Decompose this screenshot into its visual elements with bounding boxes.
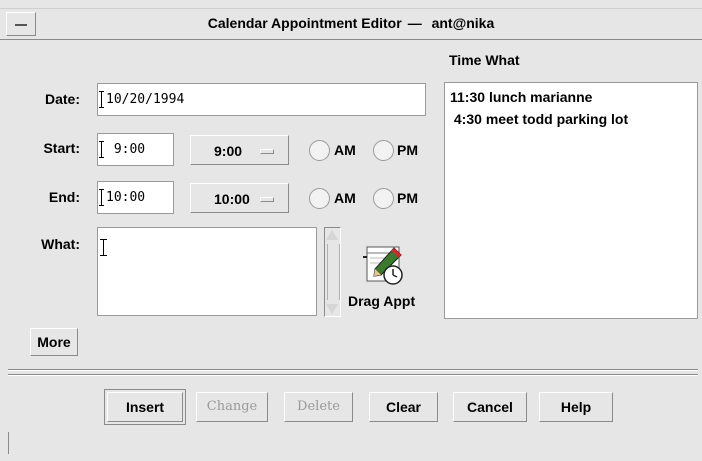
start-time-menu-button[interactable]: 9:00 [190, 135, 289, 165]
end-am-label: AM [334, 190, 356, 206]
start-pm-label: PM [397, 142, 418, 158]
appointment-list-header: Time What [449, 52, 520, 68]
end-am-radio[interactable] [309, 188, 330, 209]
scrollbar-track[interactable] [327, 244, 340, 300]
time-column-header: Time [449, 52, 482, 68]
end-time-value: 10:00 [106, 190, 146, 205]
window-footer-edge [8, 432, 9, 454]
text-caret [99, 141, 104, 158]
title-bar[interactable]: Calendar Appointment Editor — ant@nika [0, 0, 702, 40]
what-scrollbar[interactable] [324, 227, 341, 317]
window-title-user: ant@nika [431, 15, 495, 31]
start-time-value: 9:00 [106, 142, 146, 157]
start-time-menu-label: 9:00 [214, 143, 243, 159]
drag-appointment-icon[interactable] [361, 245, 405, 287]
date-value: 10/20/1994 [106, 92, 185, 107]
end-pm-radio[interactable] [373, 188, 394, 209]
clear-button[interactable]: Clear [369, 392, 438, 422]
end-time-menu-label: 10:00 [214, 191, 250, 207]
menu-indicator-icon [260, 149, 274, 154]
title-bar-top-edge [0, 8, 702, 9]
end-pm-label: PM [397, 190, 418, 206]
end-time-menu-button[interactable]: 10:00 [190, 183, 289, 213]
separator-line [8, 374, 698, 376]
list-item[interactable]: 4:30 meet todd parking lot [450, 111, 628, 127]
what-label: What: [41, 236, 80, 252]
delete-button[interactable]: Delete [284, 392, 353, 422]
text-caret [99, 189, 104, 206]
calendar-appointment-editor-window: Calendar Appointment Editor — ant@nika Da… [0, 0, 702, 461]
separator-line [8, 369, 698, 371]
start-pm-radio[interactable] [373, 140, 394, 161]
list-item-time: 4:30 [450, 111, 482, 127]
window-title: Calendar Appointment Editor — ant@nika [0, 15, 702, 31]
text-caret [99, 91, 104, 108]
list-item-what: lunch marianne [488, 89, 593, 105]
list-item-what: meet todd parking lot [485, 111, 629, 127]
what-textarea[interactable] [97, 227, 317, 316]
list-item[interactable]: 11:30 lunch marianne [450, 89, 592, 105]
cancel-button[interactable]: Cancel [453, 392, 527, 422]
window-title-text: Calendar Appointment Editor [207, 15, 402, 31]
date-label: Date: [44, 91, 80, 107]
scroll-down-arrow-icon[interactable] [326, 304, 338, 314]
start-am-radio[interactable] [309, 140, 330, 161]
what-column-header: What [485, 52, 520, 68]
start-label: Start: [43, 140, 80, 156]
help-button[interactable]: Help [539, 392, 613, 422]
start-am-label: AM [334, 142, 356, 158]
start-time-field[interactable]: 9:00 [97, 133, 174, 166]
date-field[interactable]: 10/20/1994 [97, 83, 426, 116]
appointment-list[interactable]: 11:30 lunch marianne 4:30 meet todd park… [444, 82, 698, 319]
window-title-separator: — [407, 15, 422, 31]
text-caret [100, 239, 107, 256]
scroll-up-arrow-icon[interactable] [326, 230, 338, 240]
change-button[interactable]: Change [196, 392, 268, 422]
end-time-field[interactable]: 10:00 [97, 181, 174, 214]
drag-appointment-label: Drag Appt [348, 293, 416, 309]
menu-indicator-icon [260, 197, 274, 202]
more-button[interactable]: More [30, 328, 78, 356]
list-item-time: 11:30 [450, 89, 486, 105]
end-label: End: [48, 189, 80, 205]
insert-button[interactable]: Insert [104, 389, 186, 425]
